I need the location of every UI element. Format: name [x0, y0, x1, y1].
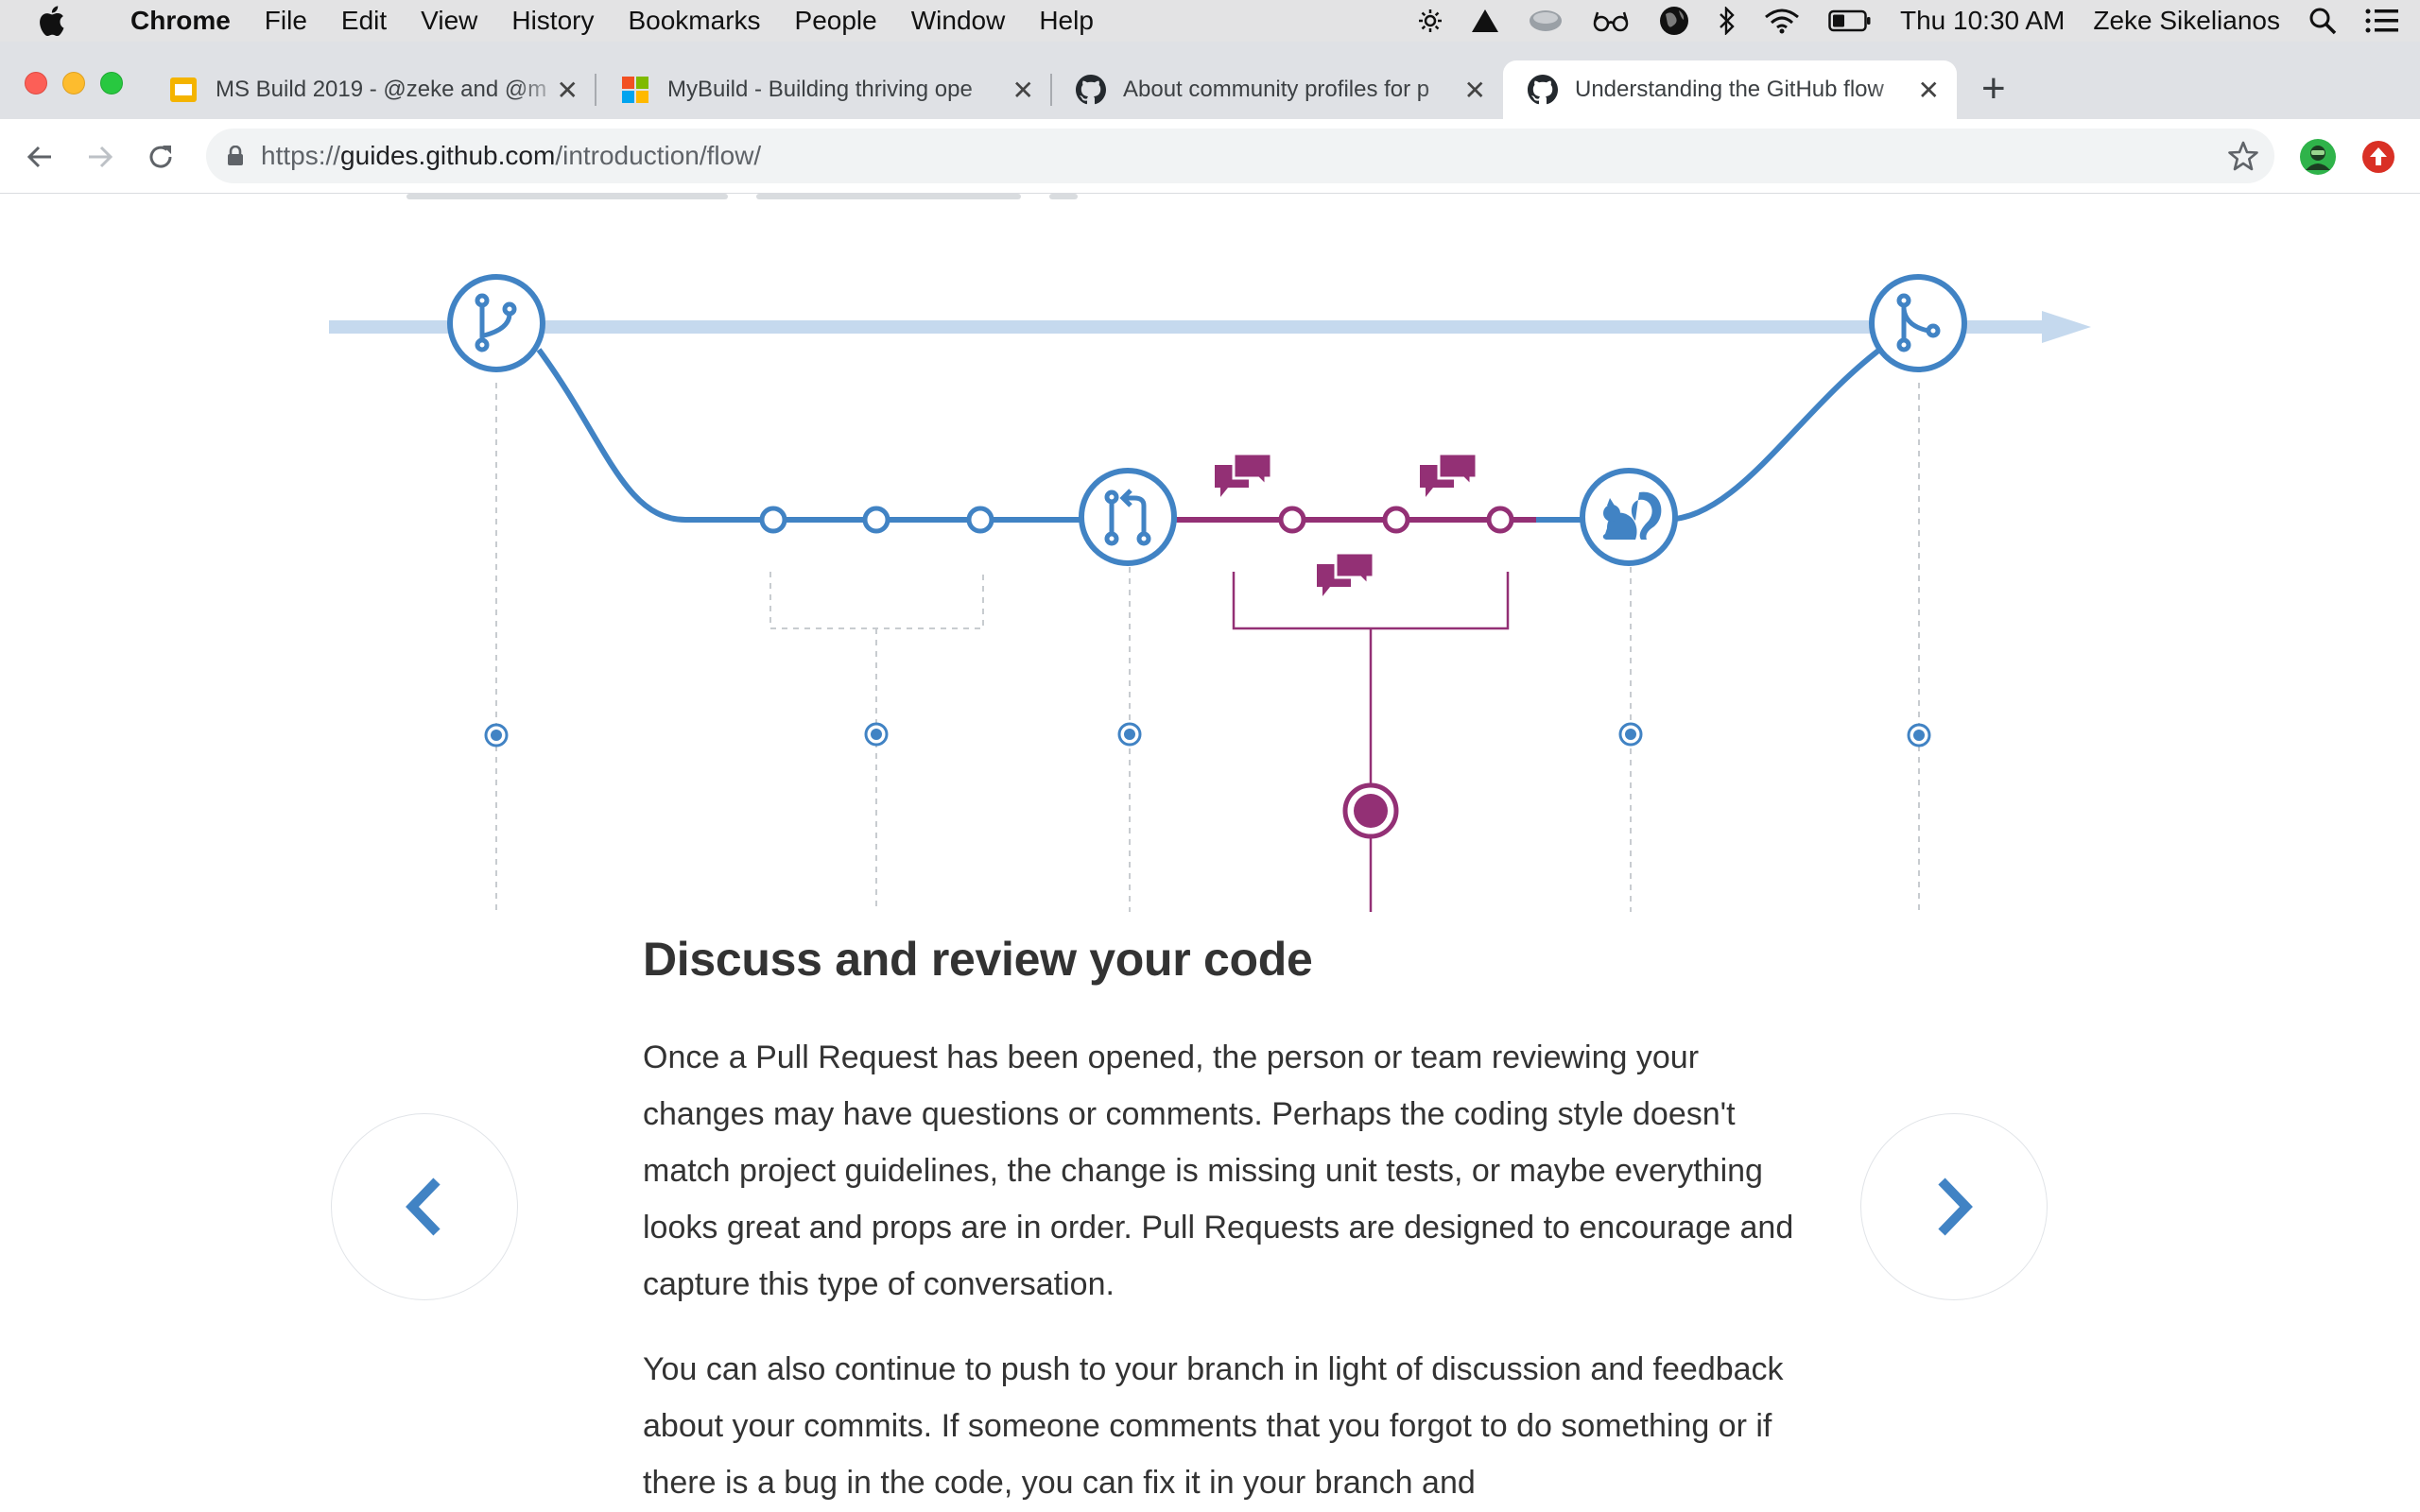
minimize-window-button[interactable]	[62, 72, 85, 94]
menu-help[interactable]: Help	[1039, 6, 1094, 36]
clipped-previous-text	[406, 194, 1078, 199]
dashed-connectors	[495, 383, 1920, 912]
menu-app-chrome[interactable]: Chrome	[130, 6, 231, 36]
menu-people[interactable]: People	[795, 6, 877, 36]
bluetooth-icon[interactable]	[1719, 7, 1736, 35]
tab-title: About community profiles for p	[1123, 77, 1430, 102]
github-flow-diagram	[329, 194, 2091, 912]
close-tab-icon[interactable]: ✕	[1464, 75, 1486, 106]
brightness-icon[interactable]	[1418, 9, 1443, 33]
tab-github-flow[interactable]: Understanding the GitHub flow ✕	[1503, 60, 1957, 119]
drive-icon[interactable]	[1471, 9, 1499, 33]
menu-window[interactable]: Window	[911, 6, 1006, 36]
tab-title: Understanding the GitHub flow	[1575, 77, 1884, 102]
tab-strip: MS Build 2019 - @zeke and @m ✕ MyBuild -…	[0, 42, 2420, 119]
cloud-app-icon[interactable]	[1528, 7, 1564, 35]
wifi-icon[interactable]	[1764, 8, 1800, 34]
deploy-node[interactable]	[1580, 468, 1678, 566]
bookmark-star-icon[interactable]	[2227, 140, 2259, 177]
comment-bubble-icon	[1215, 452, 1273, 497]
notification-center-icon[interactable]	[2365, 8, 2399, 34]
extension-update-icon[interactable]	[2360, 138, 2397, 176]
reload-icon	[149, 146, 172, 168]
menu-file[interactable]: File	[265, 6, 307, 36]
arrow-right-icon	[89, 146, 113, 168]
article-body: Discuss and review your code Once a Pull…	[643, 931, 1806, 1511]
microsoft-icon	[620, 75, 650, 105]
tab-title: MS Build 2019 - @zeke and @m	[216, 77, 547, 102]
user-name[interactable]: Zeke Sikelianos	[2093, 6, 2280, 36]
paragraph: Once a Pull Request has been opened, the…	[643, 1040, 1794, 1302]
previous-step-button[interactable]	[331, 1113, 518, 1300]
spotlight-search-icon[interactable]	[2308, 7, 2337, 35]
url-text: https://guides.github.com/introduction/f…	[261, 141, 762, 170]
github-icon	[1528, 75, 1558, 105]
glasses-icon[interactable]	[1592, 9, 1630, 32]
chevron-right-icon	[1938, 1177, 1973, 1236]
merge-node[interactable]	[1869, 274, 1967, 372]
extension-avatar-icon[interactable]	[2299, 138, 2337, 176]
maximize-window-button[interactable]	[100, 72, 123, 94]
tab-community-profiles[interactable]: About community profiles for p ✕	[1051, 60, 1503, 119]
chevron-left-icon	[406, 1177, 441, 1236]
comment-bubble-icon	[1317, 551, 1375, 596]
arrow-left-icon	[26, 146, 51, 168]
paragraph: You can also continue to push to your br…	[643, 1351, 1784, 1501]
menu-bookmarks[interactable]: Bookmarks	[628, 6, 760, 36]
menu-edit[interactable]: Edit	[341, 6, 387, 36]
globe-icon[interactable]	[1658, 5, 1690, 37]
discuss-step-marker[interactable]	[1342, 782, 1399, 839]
close-tab-icon[interactable]: ✕	[557, 75, 579, 106]
close-tab-icon[interactable]: ✕	[1918, 75, 1940, 106]
menu-view[interactable]: View	[421, 6, 477, 36]
next-step-button[interactable]	[1860, 1113, 2048, 1300]
step-dots[interactable]	[484, 722, 1931, 747]
slides-icon	[168, 75, 199, 105]
feature-branch-line	[536, 342, 1888, 523]
forward-button[interactable]	[81, 138, 119, 176]
pull-request-node[interactable]	[1079, 468, 1177, 566]
address-bar[interactable]: https://guides.github.com/introduction/f…	[206, 129, 2274, 183]
main-branch-arrow	[329, 311, 2091, 343]
close-window-button[interactable]	[25, 72, 47, 94]
tab-ms-build[interactable]: MS Build 2019 - @zeke and @m ✕	[144, 60, 596, 119]
tab-title: MyBuild - Building thriving ope	[667, 77, 973, 102]
github-icon	[1076, 75, 1106, 105]
browser-toolbar: https://guides.github.com/introduction/f…	[0, 119, 2420, 194]
apple-logo-icon[interactable]	[26, 6, 78, 36]
close-tab-icon[interactable]: ✕	[1012, 75, 1034, 106]
new-tab-button[interactable]: +	[1981, 68, 2006, 110]
page-content: Discuss and review your code Once a Pull…	[0, 194, 2420, 1512]
reload-button[interactable]	[142, 138, 180, 176]
macos-menu-bar: Chrome File Edit View History Bookmarks …	[0, 0, 2420, 42]
back-button[interactable]	[21, 138, 59, 176]
clock[interactable]: Thu 10:30 AM	[1900, 6, 2065, 36]
comment-bubble-icon	[1420, 452, 1478, 497]
battery-icon[interactable]	[1828, 9, 1872, 32]
menu-history[interactable]: History	[511, 6, 594, 36]
create-branch-node[interactable]	[447, 274, 545, 372]
section-heading: Discuss and review your code	[643, 933, 1313, 986]
tab-mybuild[interactable]: MyBuild - Building thriving ope ✕	[596, 60, 1052, 119]
discussion-bracket	[1232, 572, 1510, 912]
lock-icon[interactable]	[227, 146, 244, 166]
